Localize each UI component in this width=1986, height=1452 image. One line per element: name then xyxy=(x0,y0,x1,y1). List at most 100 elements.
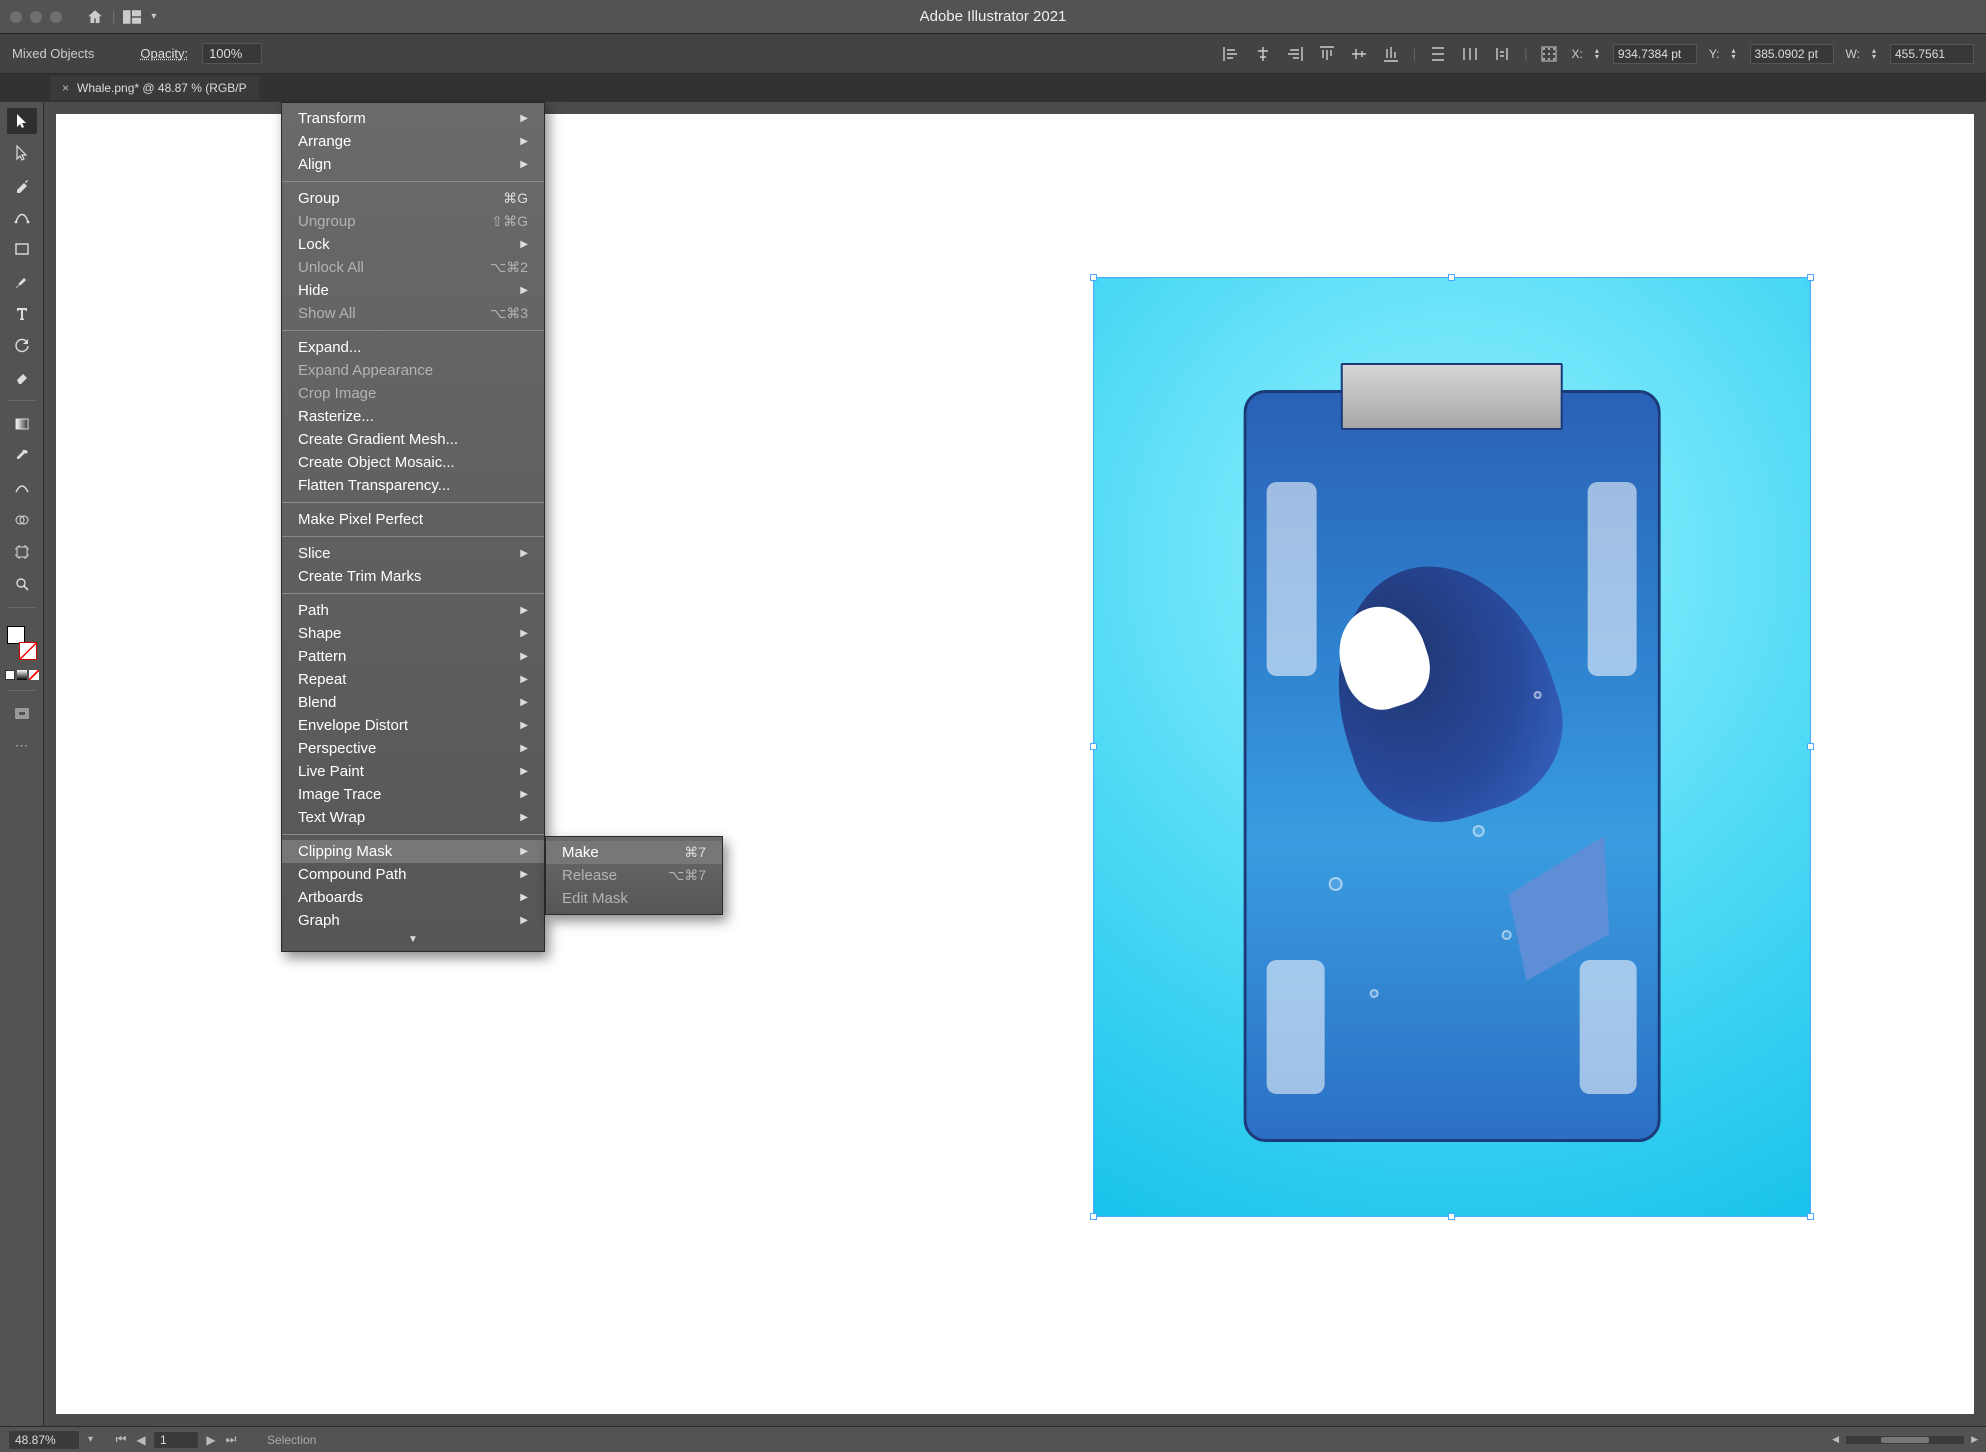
type-tool[interactable] xyxy=(7,300,37,326)
close-icon[interactable]: × xyxy=(62,81,69,95)
pen-tool[interactable] xyxy=(7,172,37,198)
artwork-whale-jar[interactable] xyxy=(1093,277,1812,1217)
scroll-right-icon[interactable]: ▶ xyxy=(1971,1434,1978,1445)
window-close-icon[interactable] xyxy=(10,11,22,23)
menu-item[interactable]: Lock▶ xyxy=(282,233,544,256)
menu-item[interactable]: Image Trace▶ xyxy=(282,783,544,806)
object-context-menu[interactable]: Transform▶Arrange▶Align▶Group⌘GUngroup⇧⌘… xyxy=(281,102,545,952)
stroke-swatch[interactable] xyxy=(19,642,37,660)
menu-item[interactable]: Path▶ xyxy=(282,599,544,622)
align-bottom-icon[interactable] xyxy=(1381,44,1401,64)
menu-item[interactable]: Make Pixel Perfect xyxy=(282,508,544,531)
menu-item[interactable]: Group⌘G xyxy=(282,187,544,210)
artboard-number-input[interactable]: 1 xyxy=(153,1431,199,1449)
menu-item[interactable]: Live Paint▶ xyxy=(282,760,544,783)
menu-item: Crop Image xyxy=(282,382,544,405)
x-input[interactable]: 934.7384 pt xyxy=(1613,44,1697,64)
menu-item[interactable]: Artboards▶ xyxy=(282,886,544,909)
menu-item[interactable]: Repeat▶ xyxy=(282,668,544,691)
align-right-icon[interactable] xyxy=(1285,44,1305,64)
color-mode-fill-icon[interactable] xyxy=(5,670,15,680)
menu-item-label: Pattern xyxy=(298,648,346,665)
distribute-h-icon[interactable] xyxy=(1460,44,1480,64)
distribute-v-icon[interactable] xyxy=(1428,44,1448,64)
menu-item[interactable]: Create Object Mosaic... xyxy=(282,451,544,474)
clipping-mask-submenu[interactable]: Make⌘7Release⌥⌘7Edit Mask xyxy=(545,836,723,915)
align-vcenter-icon[interactable] xyxy=(1349,44,1369,64)
menu-item[interactable]: Blend▶ xyxy=(282,691,544,714)
color-mode-swatches[interactable] xyxy=(5,670,39,680)
color-mode-gradient-icon[interactable] xyxy=(17,670,27,680)
menu-item[interactable]: Text Wrap▶ xyxy=(282,806,544,829)
first-artboard-icon[interactable]: ⏮ xyxy=(113,1432,129,1448)
menu-item[interactable]: Clipping Mask▶ xyxy=(282,840,544,863)
submenu-item[interactable]: Make⌘7 xyxy=(546,841,722,864)
menu-item[interactable]: Compound Path▶ xyxy=(282,863,544,886)
direct-selection-tool[interactable] xyxy=(7,140,37,166)
curvature-tool[interactable] xyxy=(7,204,37,230)
last-artboard-icon[interactable]: ⏭ xyxy=(223,1432,239,1448)
artboard-tool[interactable] xyxy=(7,539,37,565)
align-left-icon[interactable] xyxy=(1221,44,1241,64)
transform-reference-icon[interactable] xyxy=(1539,44,1559,64)
menu-item[interactable]: Create Gradient Mesh... xyxy=(282,428,544,451)
chevron-down-icon[interactable]: ▾ xyxy=(151,11,156,22)
edit-toolbar-icon[interactable]: ⋯ xyxy=(7,733,37,759)
menu-item-label: Perspective xyxy=(298,740,376,757)
menu-item[interactable]: Rasterize... xyxy=(282,405,544,428)
zoom-input[interactable]: 48.87% xyxy=(8,1430,80,1450)
menu-item[interactable]: Arrange▶ xyxy=(282,130,544,153)
y-input[interactable]: 385.0902 pt xyxy=(1750,44,1834,64)
opacity-input[interactable]: 100% xyxy=(202,43,262,64)
align-top-icon[interactable] xyxy=(1317,44,1337,64)
x-stepper[interactable]: ▴▾ xyxy=(1595,48,1599,60)
distribute-spacing-icon[interactable] xyxy=(1492,44,1512,64)
menu-item[interactable]: Shape▶ xyxy=(282,622,544,645)
zoom-tool[interactable] xyxy=(7,571,37,597)
submenu-item-label: Release xyxy=(562,867,617,884)
color-mode-none-icon[interactable] xyxy=(29,670,39,680)
menu-shortcut: ⇧⌘G xyxy=(491,213,528,230)
eyedropper-tool[interactable] xyxy=(7,443,37,469)
align-hcenter-icon[interactable] xyxy=(1253,44,1273,64)
gradient-tool[interactable] xyxy=(7,411,37,437)
menu-item[interactable]: Hide▶ xyxy=(282,279,544,302)
scroll-left-icon[interactable]: ◀ xyxy=(1832,1434,1839,1445)
submenu-arrow-icon: ▶ xyxy=(520,548,528,559)
menu-item[interactable]: Transform▶ xyxy=(282,107,544,130)
rotate-tool[interactable] xyxy=(7,332,37,358)
submenu-arrow-icon: ▶ xyxy=(520,789,528,800)
window-zoom-icon[interactable] xyxy=(50,11,62,23)
menu-item[interactable]: Flatten Transparency... xyxy=(282,474,544,497)
w-stepper[interactable]: ▴▾ xyxy=(1872,48,1876,60)
window-minimize-icon[interactable] xyxy=(30,11,42,23)
control-bar: Mixed Objects Opacity: 100% | | X: ▴▾ 93… xyxy=(0,34,1986,74)
next-artboard-icon[interactable]: ▶ xyxy=(203,1432,219,1448)
paintbrush-tool[interactable] xyxy=(7,268,37,294)
w-input[interactable]: 455.7561 xyxy=(1890,44,1974,64)
document-tab[interactable]: × Whale.png* @ 48.87 % (RGB/P xyxy=(50,76,259,100)
home-icon[interactable] xyxy=(86,8,104,26)
menu-item[interactable]: Perspective▶ xyxy=(282,737,544,760)
menu-item[interactable]: Slice▶ xyxy=(282,542,544,565)
eraser-tool[interactable] xyxy=(7,364,37,390)
opacity-label[interactable]: Opacity: xyxy=(140,46,188,61)
selection-tool[interactable] xyxy=(7,108,37,134)
menu-overflow-down-icon[interactable]: ▼ xyxy=(282,932,544,947)
prev-artboard-icon[interactable]: ◀ xyxy=(133,1432,149,1448)
menu-item[interactable]: Pattern▶ xyxy=(282,645,544,668)
workspace-switcher-icon[interactable] xyxy=(123,10,141,24)
blend-tool[interactable] xyxy=(7,475,37,501)
screen-mode-tool[interactable] xyxy=(7,701,37,727)
rectangle-tool[interactable] xyxy=(7,236,37,262)
menu-item[interactable]: Graph▶ xyxy=(282,909,544,932)
menu-item[interactable]: Create Trim Marks xyxy=(282,565,544,588)
shape-builder-tool[interactable] xyxy=(7,507,37,533)
menu-item[interactable]: Expand... xyxy=(282,336,544,359)
chevron-down-icon[interactable]: ▾ xyxy=(88,1434,93,1445)
menu-item[interactable]: Align▶ xyxy=(282,153,544,176)
menu-item[interactable]: Envelope Distort▶ xyxy=(282,714,544,737)
fill-stroke-swatches[interactable] xyxy=(7,626,37,660)
horizontal-scrollbar[interactable] xyxy=(1845,1435,1965,1445)
y-stepper[interactable]: ▴▾ xyxy=(1732,48,1736,60)
